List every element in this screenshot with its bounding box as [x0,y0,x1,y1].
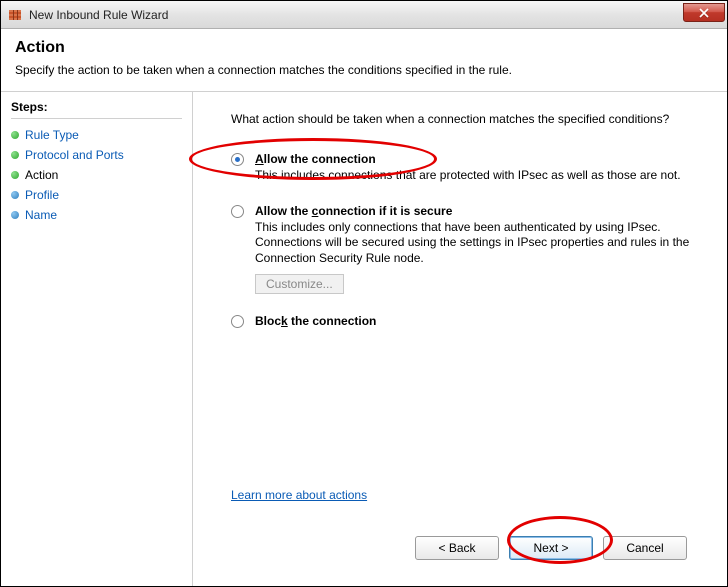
button-bar: < Back Next > Cancel [231,522,705,576]
option-title: Allow the connection [255,152,705,166]
radio-allow-secure[interactable] [231,205,245,219]
header-pane: Action Specify the action to be taken wh… [1,29,727,92]
option-body: Block the connection [255,314,705,330]
option-body: Allow the connection if it is secure Thi… [255,204,705,295]
cancel-button[interactable]: Cancel [603,536,687,560]
bullet-icon [11,171,19,179]
steps-sidebar: Steps: Rule Type Protocol and Ports Acti… [1,92,193,586]
action-prompt: What action should be taken when a conne… [231,112,705,126]
main-pane: What action should be taken when a conne… [193,92,727,586]
option-allow-secure: Allow the connection if it is secure Thi… [231,204,705,295]
step-action[interactable]: Action [11,165,182,185]
option-title: Block the connection [255,314,705,328]
step-profile[interactable]: Profile [11,185,182,205]
wizard-window: New Inbound Rule Wizard Action Specify t… [0,0,728,587]
window-title: New Inbound Rule Wizard [29,8,168,22]
titlebar: New Inbound Rule Wizard [1,1,727,29]
step-protocol-and-ports[interactable]: Protocol and Ports [11,145,182,165]
page-subtitle: Specify the action to be taken when a co… [15,63,713,77]
option-title: Allow the connection if it is secure [255,204,705,218]
next-button[interactable]: Next > [509,536,593,560]
step-label: Profile [25,188,59,202]
customize-button: Customize... [255,274,344,294]
step-label: Action [25,168,58,182]
bullet-icon [11,131,19,139]
step-label: Protocol and Ports [25,148,124,162]
bullet-icon [11,211,19,219]
step-label: Name [25,208,57,222]
option-block: Block the connection [231,314,705,330]
step-label: Rule Type [25,128,79,142]
option-desc: This includes only connections that have… [255,220,705,267]
step-rule-type[interactable]: Rule Type [11,125,182,145]
close-button[interactable] [683,3,725,22]
firewall-icon [7,7,23,23]
bullet-icon [11,191,19,199]
learn-more-link[interactable]: Learn more about actions [231,488,367,502]
bullet-icon [11,151,19,159]
step-name[interactable]: Name [11,205,182,225]
steps-heading: Steps: [11,98,182,119]
page-title: Action [15,39,713,57]
radio-block[interactable] [231,315,245,329]
option-desc: This includes connections that are prote… [255,168,705,184]
close-icon [699,8,709,18]
radio-allow[interactable] [231,153,245,167]
body-pane: Steps: Rule Type Protocol and Ports Acti… [1,92,727,586]
option-allow: Allow the connection This includes conne… [231,152,705,184]
back-button[interactable]: < Back [415,536,499,560]
option-body: Allow the connection This includes conne… [255,152,705,184]
